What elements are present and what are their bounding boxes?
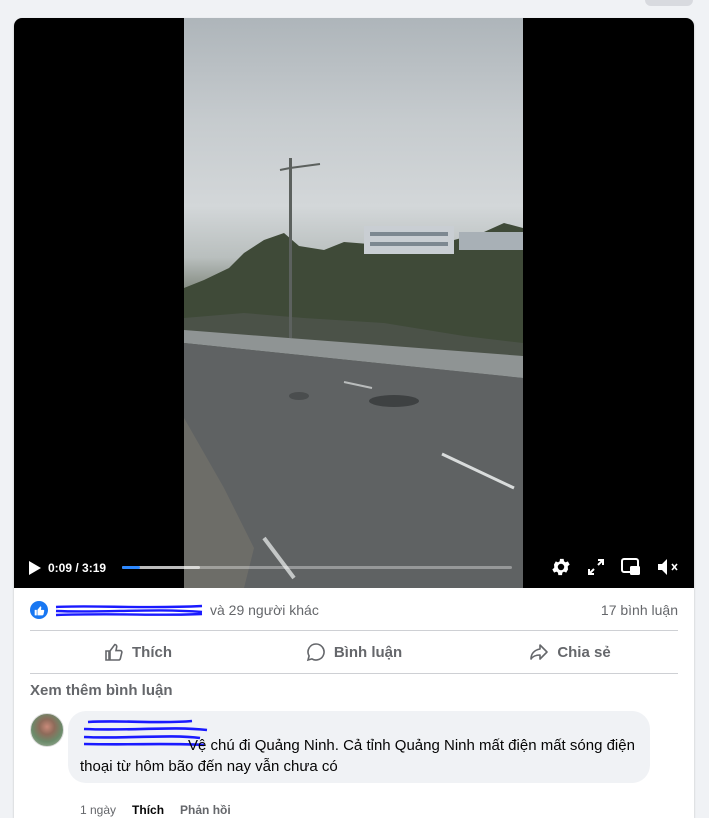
post-actions-bar: Thích Bình luận Chia sẻ <box>30 630 678 674</box>
comment-like-link[interactable]: Thích <box>132 803 164 817</box>
like-button-label: Thích <box>132 643 172 661</box>
post-card: 0:09 / 3:19 và 29 người khác 17 bình luậ… <box>14 18 694 818</box>
comment-bubble-icon <box>306 643 325 662</box>
comment-text: Vệ chú đi Quảng Ninh. Cả tỉnh Quảng Ninh… <box>80 737 635 775</box>
comment-timestamp[interactable]: 1 ngày <box>80 803 116 817</box>
video-still-image <box>184 158 523 588</box>
comment-button-label: Bình luận <box>333 643 403 661</box>
video-played-bar <box>122 566 140 569</box>
video-controls: 0:09 / 3:19 <box>14 548 694 588</box>
share-button[interactable]: Chia sẻ <box>462 631 678 673</box>
comment-text-block: Vệ chú đi Quảng Ninh. Cả tỉnh Quảng Ninh… <box>80 735 640 777</box>
redaction-scribble <box>55 604 203 617</box>
comment-meta: 1 ngày Thích Phản hồi <box>80 803 231 817</box>
like-button[interactable]: Thích <box>30 631 246 673</box>
share-button-label: Chia sẻ <box>557 643 611 661</box>
avatar[interactable] <box>30 713 64 747</box>
fullscreen-button[interactable] <box>586 557 606 577</box>
reactions-row: và 29 người khác 17 bình luận <box>30 599 678 621</box>
view-more-comments-link[interactable]: Xem thêm bình luận <box>30 682 173 699</box>
thumbs-up-outline-icon <box>105 643 123 661</box>
comment-count[interactable]: 17 bình luận <box>601 602 678 618</box>
video-frame[interactable] <box>184 18 523 588</box>
top-scroll-pill <box>645 0 693 6</box>
volume-muted-icon <box>658 559 678 575</box>
share-arrow-icon <box>530 644 549 660</box>
pip-button[interactable] <box>620 557 642 577</box>
gear-icon <box>552 558 570 576</box>
reactions-others-text[interactable]: và 29 người khác <box>210 602 319 618</box>
thumbs-up-icon <box>34 605 44 615</box>
video-progress-bar[interactable] <box>122 566 512 569</box>
comment-button[interactable]: Bình luận <box>246 631 462 673</box>
mute-button[interactable] <box>656 557 680 577</box>
fullscreen-icon <box>588 559 604 575</box>
video-player[interactable]: 0:09 / 3:19 <box>14 18 694 588</box>
play-icon <box>29 561 41 575</box>
settings-button[interactable] <box>550 556 572 578</box>
comment-bubble: Vệ chú đi Quảng Ninh. Cả tỉnh Quảng Ninh… <box>68 711 650 783</box>
play-button[interactable] <box>28 560 42 576</box>
redacted-reactor-names[interactable] <box>54 603 204 617</box>
comment-reply-link[interactable]: Phản hồi <box>180 803 231 817</box>
like-reaction-badge[interactable] <box>30 601 48 619</box>
video-time: 0:09 / 3:19 <box>48 561 107 575</box>
picture-in-picture-icon <box>621 558 640 575</box>
